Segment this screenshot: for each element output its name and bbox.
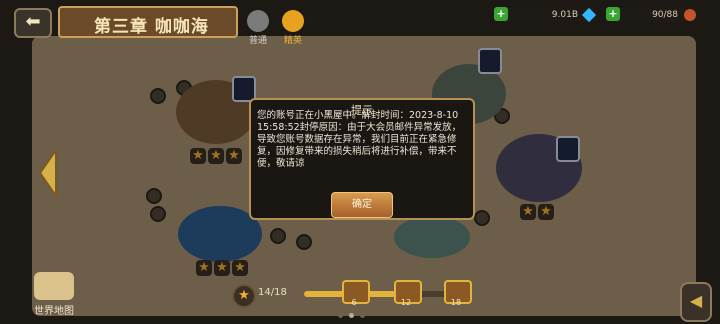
- progress-track: [304, 291, 452, 297]
- add-stamina-button[interactable]: +: [606, 7, 620, 21]
- elite-mode-icon: [282, 10, 304, 32]
- chest-reward-1-label: 6: [351, 298, 357, 307]
- page-dot: [360, 313, 365, 318]
- gem-counter: + 9.01B: [494, 7, 598, 23]
- stamina-counter: + 90/88: [606, 7, 698, 22]
- tab-elite-label: 精英: [283, 36, 302, 46]
- chest-reward-2-label: 12: [400, 298, 412, 307]
- page-dot: [349, 313, 354, 318]
- tab-normal-label: 普通: [248, 36, 267, 46]
- game-scene: ★ ★ ★ ★ ★ ★ ★ ★ ⬅ 第三章 咖咖海 普通 精英 + 9.01B …: [0, 0, 720, 324]
- world-map-label: 世界地图: [34, 306, 74, 317]
- progress-count: 14/18: [258, 287, 287, 298]
- confirm-button[interactable]: 确定: [331, 192, 393, 218]
- chapter-banner: 第三章 咖咖海: [58, 6, 238, 38]
- world-map-icon: [34, 272, 74, 300]
- page-dot: [338, 313, 343, 318]
- dialog-body: 您的账号正在小黑屋中。解封时间：2023-8-10 15:58:52封停原因：由…: [257, 110, 462, 169]
- next-chapter-button[interactable]: ◀: [680, 282, 712, 322]
- normal-mode-icon: [247, 10, 269, 32]
- chest-reward-3-label: 18: [450, 298, 462, 307]
- star-progress: ★ 14/18 6 12 18: [218, 280, 472, 308]
- drumstick-icon: [684, 9, 696, 21]
- stamina-count: 90/88: [652, 10, 678, 20]
- gem-count: 9.01B: [551, 10, 578, 20]
- back-arrow-icon: ⬅: [25, 11, 41, 32]
- world-map-button[interactable]: 世界地图: [30, 272, 78, 317]
- notice-dialog: 提示 您的账号正在小黑屋中。解封时间：2023-8-10 15:58:52封停原…: [249, 98, 475, 220]
- chapter-title: 第三章 咖咖海: [94, 17, 209, 37]
- tab-elite[interactable]: 精英: [278, 10, 308, 46]
- page-indicator: [338, 313, 365, 318]
- star-icon: ★: [232, 284, 256, 308]
- tab-normal[interactable]: 普通: [243, 10, 273, 46]
- prev-chapter-button[interactable]: [36, 148, 58, 198]
- back-button[interactable]: ⬅: [14, 8, 52, 38]
- add-gems-button[interactable]: +: [494, 7, 508, 21]
- gem-icon: [581, 7, 597, 23]
